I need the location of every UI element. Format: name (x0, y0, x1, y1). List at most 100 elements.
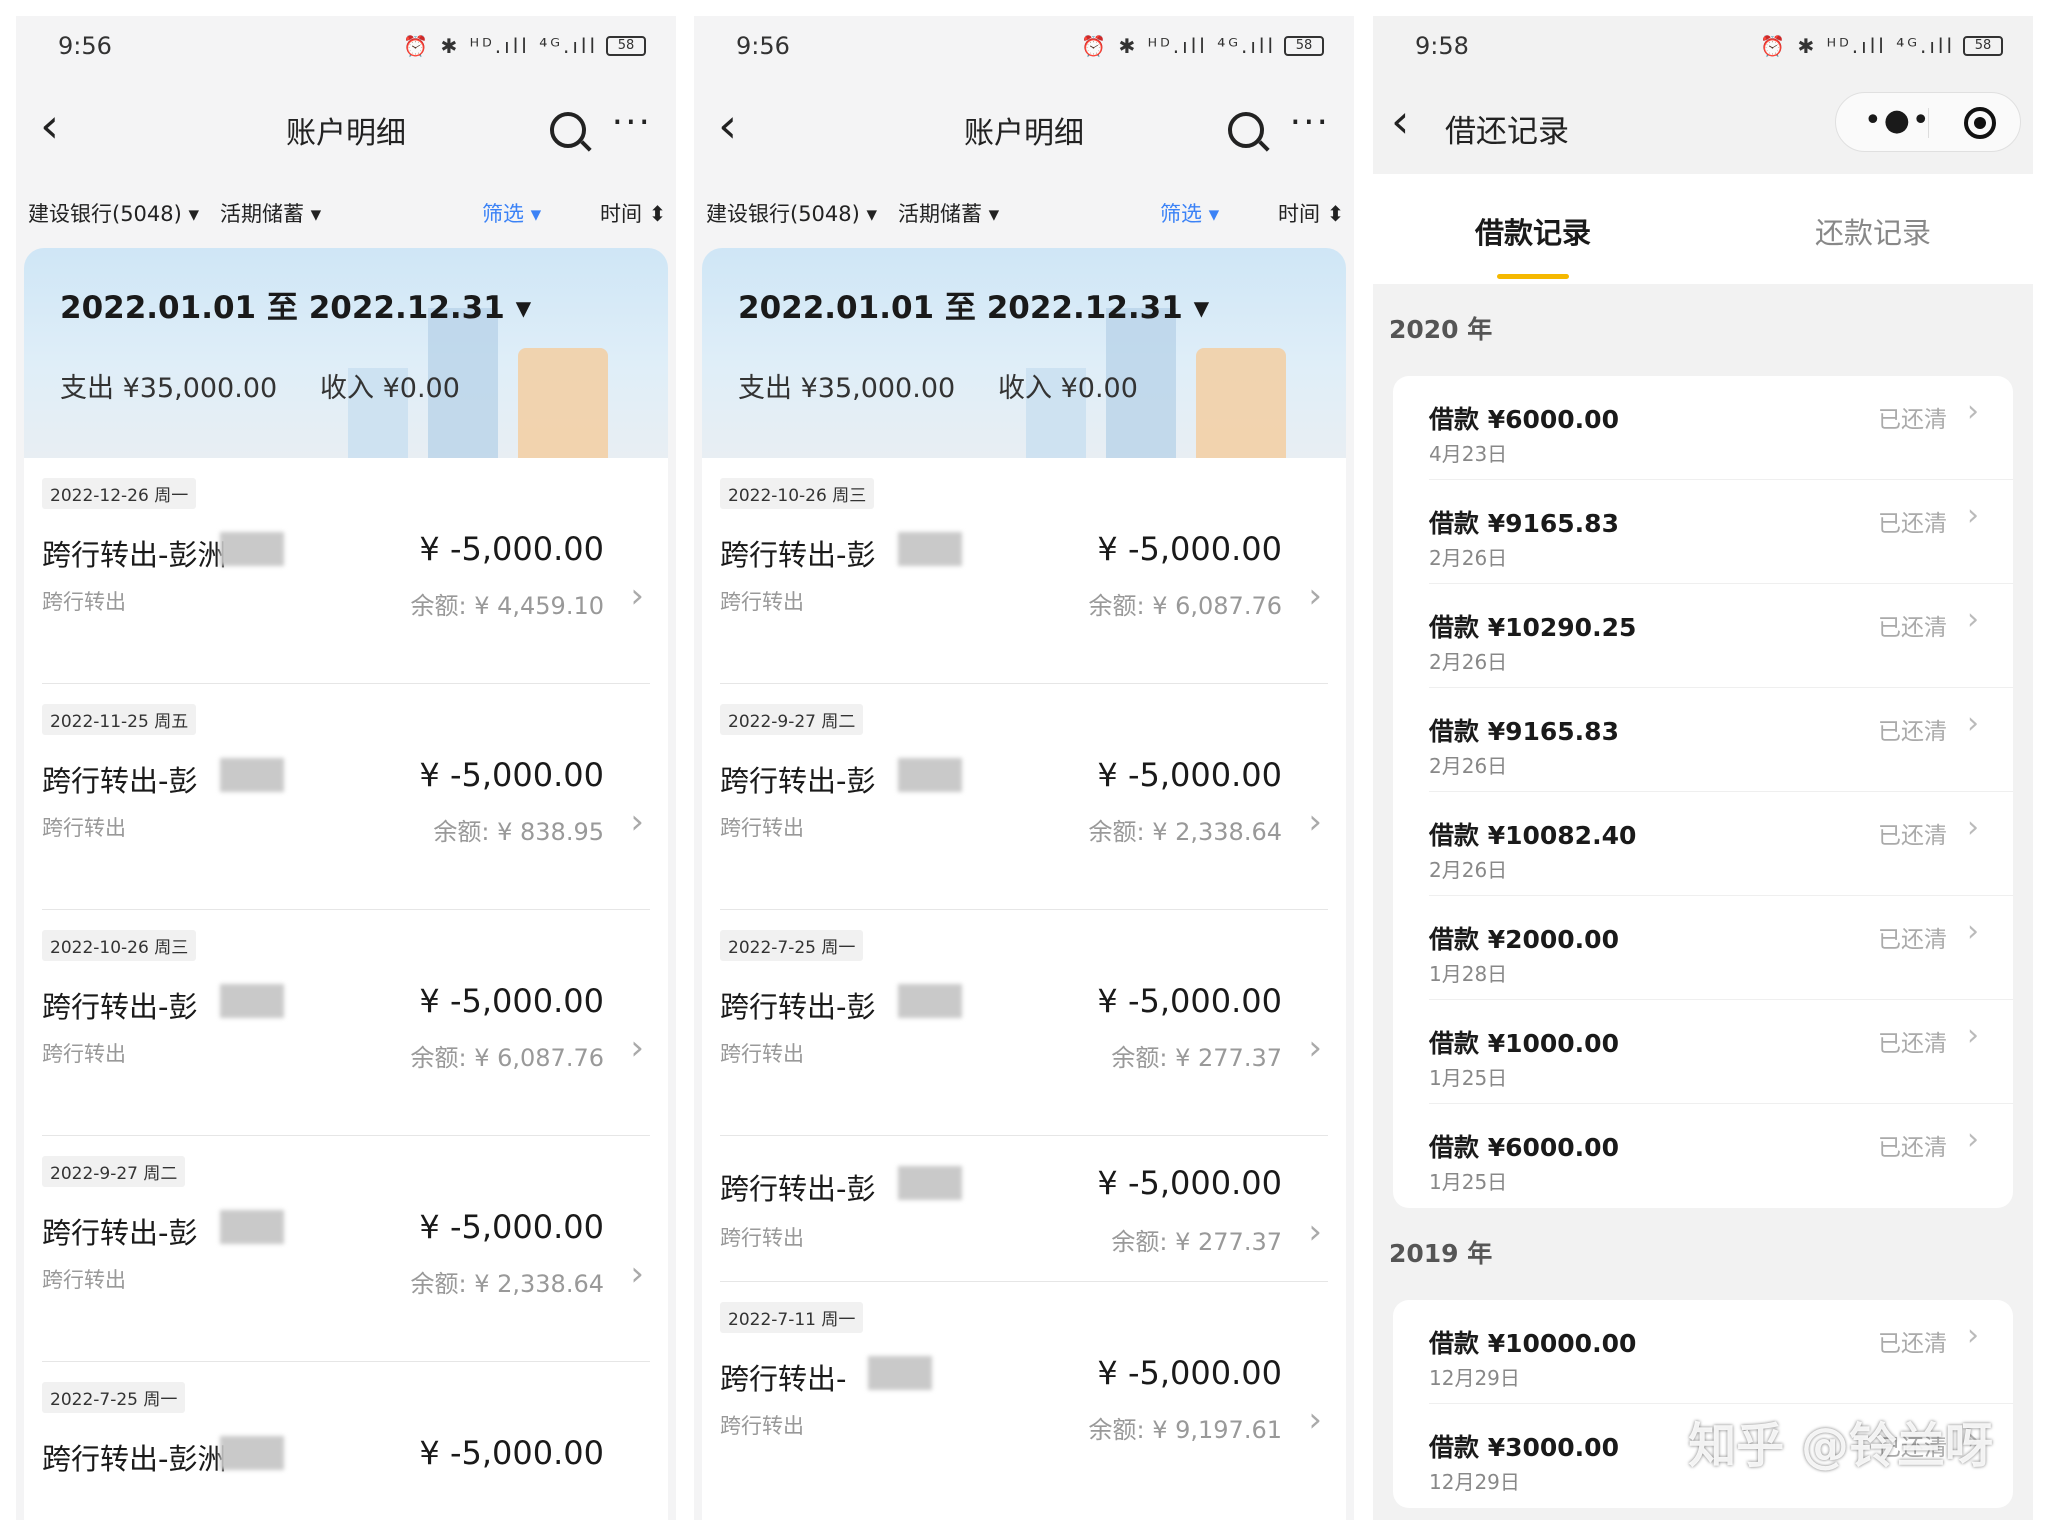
status-time: 9:56 (58, 32, 112, 60)
loan-row[interactable]: 借款 ¥2000.00 1月28日 已还清 › (1393, 896, 2013, 1000)
status-time: 9:56 (736, 32, 790, 60)
loan-amount: 借款 ¥2000.00 (1429, 925, 1619, 954)
loan-date: 2月26日 (1429, 858, 1508, 882)
transaction-date: 2022-12-26 周一 (42, 478, 197, 509)
transaction-row[interactable]: 跨行转出-彭 跨行转出 ¥ -5,000.00 余额: ¥ 277.37 › (702, 1136, 1346, 1282)
search-icon[interactable] (550, 112, 586, 148)
transaction-name: 跨行转出-彭洲 (42, 1442, 227, 1476)
tab-bar: 借款记录 还款记录 (1373, 174, 2033, 284)
redaction-blur (868, 1356, 932, 1390)
chevron-right-icon: › (630, 1028, 644, 1068)
filter-row: 建设银行(5048) ▾ 活期储蓄 ▾ 筛选 ▾ 时间 ⬍ (694, 180, 1354, 246)
filter-dropdown[interactable]: 筛选 ▾ (482, 198, 541, 228)
redaction-blur (220, 532, 284, 566)
chevron-right-icon: › (1967, 1122, 1979, 1157)
transaction-balance: 余额: ¥ 277.37 (1111, 1228, 1282, 1256)
loan-row[interactable]: 借款 ¥10290.25 2月26日 已还清 › (1393, 584, 2013, 688)
loan-row[interactable]: 借款 ¥6000.00 1月25日 已还清 › (1393, 1104, 2013, 1208)
chevron-right-icon: › (1967, 706, 1979, 741)
account-type-dropdown[interactable]: 活期储蓄 ▾ (898, 198, 999, 228)
chevron-right-icon: › (1308, 1028, 1322, 1068)
tab-borrow-records[interactable]: 借款记录 (1475, 210, 1591, 252)
battery-icon: 58 (606, 36, 646, 56)
loan-status: 已还清 (1878, 1135, 1947, 1161)
transaction-row[interactable]: 2022-9-27 周二 跨行转出-彭 跨行转出 ¥ -5,000.00 余额:… (24, 1136, 668, 1362)
transaction-list: 2022-12-26 周一 跨行转出-彭洲 跨行转出 ¥ -5,000.00 余… (24, 458, 668, 1520)
transaction-balance: 余额: ¥ 2,338.64 (1088, 818, 1283, 846)
loan-row[interactable]: 借款 ¥1000.00 1月25日 已还清 › (1393, 1000, 2013, 1104)
transaction-type: 跨行转出 (42, 1042, 126, 1066)
loan-row[interactable]: 借款 ¥6000.00 4月23日 已还清 › (1393, 376, 2013, 480)
transaction-row[interactable]: 2022-10-26 周三 跨行转出-彭 跨行转出 ¥ -5,000.00 余额… (24, 910, 668, 1136)
redaction-blur (898, 1166, 962, 1200)
transaction-row[interactable]: 2022-7-25 周一 跨行转出-彭洲 ¥ -5,000.00 (24, 1362, 668, 1520)
total-income: 收入 ¥0.00 (320, 373, 460, 404)
search-icon[interactable] (1228, 112, 1264, 148)
account-type-dropdown[interactable]: 活期储蓄 ▾ (220, 198, 321, 228)
transaction-row[interactable]: 2022-10-26 周三 跨行转出-彭 跨行转出 ¥ -5,000.00 余额… (702, 458, 1346, 684)
chevron-right-icon: › (1967, 914, 1979, 949)
transaction-row[interactable]: 2022-12-26 周一 跨行转出-彭洲 跨行转出 ¥ -5,000.00 余… (24, 458, 668, 684)
transaction-amount: ¥ -5,000.00 (1097, 530, 1282, 568)
loan-amount: 借款 ¥6000.00 (1429, 1133, 1619, 1162)
more-icon[interactable]: ··· (612, 102, 652, 143)
nav-bar: ‹ 账户明细 ··· (16, 80, 676, 180)
loan-amount: 借款 ¥10290.25 (1429, 613, 1637, 642)
watermark: 知乎 @铃兰呀 (1688, 1418, 1993, 1474)
redaction-blur (898, 532, 962, 566)
time-sort[interactable]: 时间 ⬍ (600, 198, 666, 228)
loan-date: 1月25日 (1429, 1170, 1508, 1194)
loan-status: 已还清 (1878, 511, 1947, 537)
bank-account-dropdown[interactable]: 建设银行(5048) ▾ (28, 198, 199, 228)
loan-row[interactable]: 借款 ¥9165.83 2月26日 已还清 › (1393, 480, 2013, 584)
transaction-row[interactable]: 2022-7-11 周一 跨行转出- 跨行转出 ¥ -5,000.00 余额: … (702, 1282, 1346, 1508)
loan-records-panel: 9:58 ⏰ ✱ ᴴᴰ.ıll ⁴ᴳ.ıll 58 ‹ 借还记录 •●• 借款记… (1373, 16, 2033, 1520)
redaction-blur (220, 984, 284, 1018)
transaction-balance: 余额: ¥ 6,087.76 (410, 1044, 605, 1072)
close-target-icon[interactable] (1964, 107, 1996, 139)
date-range-selector[interactable]: 2022.01.01 至 2022.12.31 ▾ (60, 282, 531, 327)
transaction-type: 跨行转出 (42, 590, 126, 614)
loan-row[interactable]: 借款 ¥9165.83 2月26日 已还清 › (1393, 688, 2013, 792)
loan-amount: 借款 ¥10000.00 (1429, 1329, 1637, 1358)
summary-card: 2022.01.01 至 2022.12.31 ▾ 支出 ¥35,000.00 … (24, 248, 668, 458)
year-header: 2019 年 (1389, 1239, 1493, 1268)
tab-repay-records[interactable]: 还款记录 (1815, 210, 1931, 252)
loan-status: 已还清 (1878, 615, 1947, 641)
loan-row[interactable]: 借款 ¥10000.00 12月29日 已还清 › (1393, 1300, 2013, 1404)
chevron-right-icon: › (630, 802, 644, 842)
transaction-name: 跨行转出-彭 (42, 1216, 198, 1250)
transaction-row[interactable]: 2022-11-25 周五 跨行转出-彭 跨行转出 ¥ -5,000.00 余额… (24, 684, 668, 910)
back-icon[interactable]: ‹ (1391, 98, 1409, 144)
transaction-type: 跨行转出 (42, 816, 126, 840)
loan-row[interactable]: 借款 ¥10082.40 2月26日 已还清 › (1393, 792, 2013, 896)
loan-card: 借款 ¥10000.00 12月29日 已还清 › 借款 ¥3000.00 12… (1393, 1300, 2013, 1508)
redaction-blur (898, 984, 962, 1018)
loan-status: 已还清 (1878, 1031, 1947, 1057)
transaction-type: 跨行转出 (42, 1268, 126, 1292)
status-time: 9:58 (1415, 32, 1469, 60)
signal-icons: ⏰ ✱ ᴴᴰ.ıll ⁴ᴳ.ıll (403, 34, 598, 58)
transaction-date: 2022-7-25 周一 (720, 930, 864, 961)
bank-account-dropdown[interactable]: 建设银行(5048) ▾ (706, 198, 877, 228)
date-range-selector[interactable]: 2022.01.01 至 2022.12.31 ▾ (738, 282, 1209, 327)
chevron-right-icon: › (1308, 1212, 1322, 1252)
transaction-name: 跨行转出-彭 (42, 990, 198, 1024)
battery-icon: 58 (1963, 36, 2003, 56)
active-tab-indicator (1497, 274, 1569, 279)
loan-card: 借款 ¥6000.00 4月23日 已还清 › 借款 ¥9165.83 2月26… (1393, 376, 2013, 1208)
transaction-row[interactable]: 2022-9-27 周二 跨行转出-彭 跨行转出 ¥ -5,000.00 余额:… (702, 684, 1346, 910)
background-illustration (1196, 348, 1286, 458)
background-illustration (518, 348, 608, 458)
chevron-right-icon: › (1308, 802, 1322, 842)
filter-dropdown[interactable]: 筛选 ▾ (1160, 198, 1219, 228)
time-sort[interactable]: 时间 ⬍ (1278, 198, 1344, 228)
transaction-type: 跨行转出 (720, 1226, 804, 1250)
transaction-row[interactable]: 2022-7-25 周一 跨行转出-彭 跨行转出 ¥ -5,000.00 余额:… (702, 910, 1346, 1136)
more-icon[interactable]: ··· (1290, 102, 1330, 143)
more-icon[interactable]: •●• (1864, 103, 1932, 138)
loan-date: 12月29日 (1429, 1470, 1520, 1494)
year-header: 2020 年 (1389, 315, 1493, 344)
transaction-amount: ¥ -5,000.00 (1097, 1164, 1282, 1202)
transaction-date: 2022-7-11 周一 (720, 1302, 864, 1333)
